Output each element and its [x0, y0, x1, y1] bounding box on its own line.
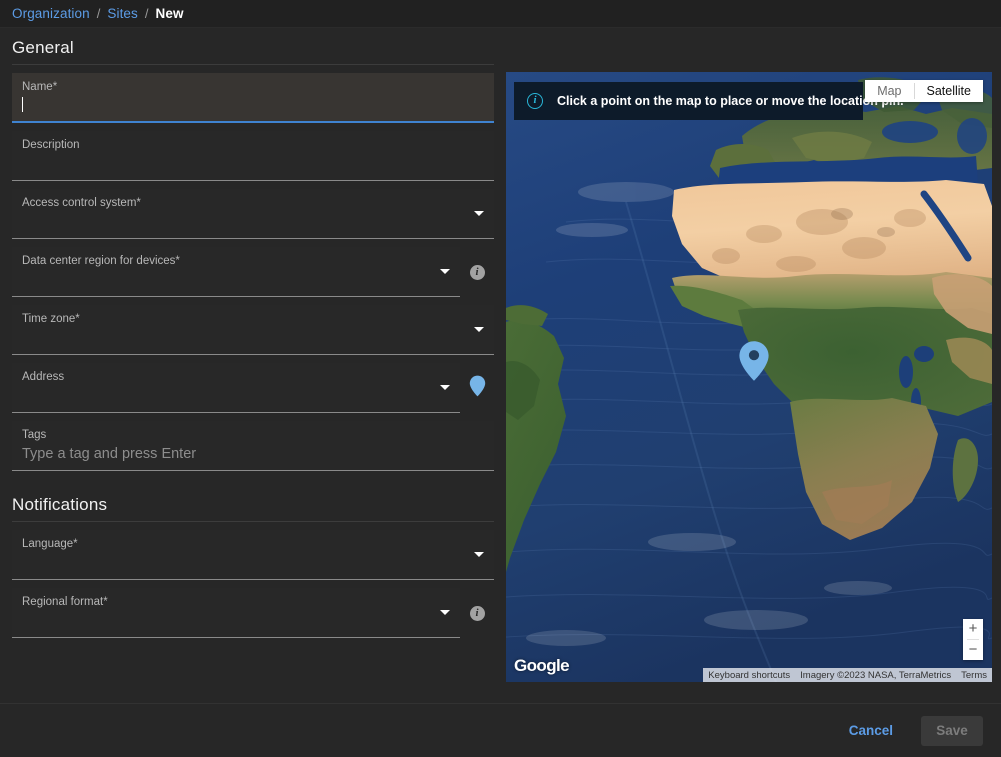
time-zone-label-text: Time zone [22, 313, 75, 325]
field-row-address: Address [12, 363, 494, 413]
map-type-satellite-button[interactable]: Satellite [915, 80, 983, 102]
google-logo: Google [514, 656, 569, 676]
data-center-region-field[interactable]: Data center region for devices* [12, 247, 460, 297]
content-area: General Name* Description [0, 28, 1001, 703]
chevron-down-icon[interactable] [474, 327, 484, 332]
breadcrumb-item-organization[interactable]: Organization [12, 6, 90, 21]
name-label-text: Name [22, 81, 53, 93]
location-map[interactable]: i Click a point on the map to place or m… [506, 72, 992, 682]
description-input[interactable] [22, 152, 484, 174]
map-hint-banner: i Click a point on the map to place or m… [514, 82, 863, 120]
access-control-system-label: Access control system* [22, 196, 484, 210]
zoom-in-button[interactable]: + [963, 619, 983, 639]
location-pin[interactable] [738, 340, 770, 387]
save-button[interactable]: Save [921, 716, 983, 746]
chevron-down-icon[interactable] [474, 211, 484, 216]
field-row-regional-format: Regional format* i [12, 588, 494, 638]
tags-label-text: Tags [22, 429, 46, 441]
section-title-notifications: Notifications [12, 485, 494, 522]
map-hint-text: Click a point on the map to place or mov… [557, 94, 904, 108]
site-new-page: Organization / Sites / New General Name* [0, 0, 1001, 757]
cancel-button[interactable]: Cancel [839, 715, 903, 746]
tags-label: Tags [22, 428, 484, 442]
map-type-map-button[interactable]: Map [865, 80, 913, 102]
breadcrumb-item-new: New [156, 6, 184, 21]
address-input[interactable] [22, 384, 450, 406]
site-form: General Name* Description [0, 28, 506, 703]
field-row-access-control-system: Access control system* [12, 189, 494, 239]
regional-format-label: Regional format* [22, 595, 450, 609]
zoom-out-button[interactable]: − [963, 640, 983, 660]
terms-link[interactable]: Terms [961, 670, 987, 681]
regional-format-info-slot: i [460, 588, 494, 638]
chevron-down-icon[interactable] [440, 269, 450, 274]
keyboard-shortcuts-link[interactable]: Keyboard shortcuts [708, 670, 790, 681]
description-label-text: Description [22, 139, 80, 151]
regional-format-required-marker: * [103, 596, 107, 608]
language-label-text: Language [22, 538, 73, 550]
regional-format-label-text: Regional format [22, 596, 103, 608]
info-icon[interactable]: i [470, 606, 485, 621]
field-row-time-zone: Time zone* [12, 305, 494, 355]
imagery-credit: Imagery ©2023 NASA, TerraMetrics [800, 670, 951, 681]
time-zone-value[interactable] [22, 326, 484, 348]
description-field[interactable]: Description [12, 131, 494, 181]
breadcrumb: Organization / Sites / New [0, 0, 1001, 28]
field-row-data-center-region: Data center region for devices* i [12, 247, 494, 297]
access-control-system-field[interactable]: Access control system* [12, 189, 494, 239]
access-control-system-label-text: Access control system [22, 197, 136, 209]
info-icon[interactable]: i [470, 265, 485, 280]
field-row-name: Name* [12, 73, 494, 123]
field-row-language: Language* [12, 530, 494, 580]
language-value[interactable] [22, 551, 484, 573]
map-zoom-controls[interactable]: + − [963, 619, 983, 660]
regional-format-field[interactable]: Regional format* [12, 588, 460, 638]
field-row-description: Description [12, 131, 494, 181]
regional-format-value[interactable] [22, 609, 450, 631]
map-pin-icon[interactable] [469, 375, 486, 402]
language-field[interactable]: Language* [12, 530, 494, 580]
form-footer: Cancel Save [0, 703, 1001, 757]
chevron-down-icon[interactable] [474, 552, 484, 557]
breadcrumb-item-sites[interactable]: Sites [107, 6, 138, 21]
language-label: Language* [22, 537, 484, 551]
breadcrumb-separator: / [97, 6, 101, 21]
time-zone-required-marker: * [75, 313, 79, 325]
address-label-text: Address [22, 371, 64, 383]
name-required-marker: * [53, 81, 57, 93]
address-pin-slot [460, 363, 494, 413]
time-zone-field[interactable]: Time zone* [12, 305, 494, 355]
data-center-region-info-slot: i [460, 247, 494, 297]
data-center-region-required-marker: * [175, 255, 179, 267]
name-input[interactable] [22, 94, 484, 116]
info-icon: i [527, 93, 543, 109]
field-row-tags: Tags Type a tag and press Enter [12, 421, 494, 471]
name-field[interactable]: Name* [12, 73, 494, 123]
time-zone-label: Time zone* [22, 312, 484, 326]
breadcrumb-separator: / [145, 6, 149, 21]
text-caret [22, 97, 23, 112]
map-attribution: Keyboard shortcuts Imagery ©2023 NASA, T… [703, 668, 992, 682]
access-control-system-value[interactable] [22, 210, 484, 232]
chevron-down-icon[interactable] [440, 610, 450, 615]
access-control-system-required-marker: * [136, 197, 140, 209]
tags-field[interactable]: Tags Type a tag and press Enter [12, 421, 494, 471]
data-center-region-label: Data center region for devices* [22, 254, 450, 268]
data-center-region-value[interactable] [22, 268, 450, 290]
section-title-general: General [12, 28, 494, 65]
map-type-toggle[interactable]: Map Satellite [865, 80, 983, 102]
address-field[interactable]: Address [12, 363, 460, 413]
name-label: Name* [22, 80, 484, 94]
tags-input-placeholder[interactable]: Type a tag and press Enter [22, 442, 484, 466]
address-label: Address [22, 370, 450, 384]
data-center-region-label-text: Data center region for devices [22, 255, 175, 267]
chevron-down-icon[interactable] [440, 385, 450, 390]
language-required-marker: * [73, 538, 77, 550]
description-label: Description [22, 138, 484, 152]
